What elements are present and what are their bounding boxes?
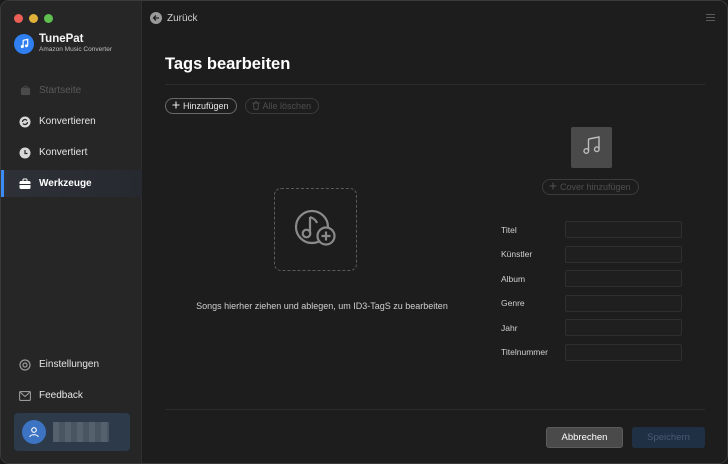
divider [165,84,705,85]
user-icon [29,427,39,438]
window-controls [14,14,53,23]
field-album: Album [501,270,682,287]
add-button[interactable]: Hinzufügen [165,98,237,114]
field-titel: Titel [501,221,682,238]
tag-fields: Titel Künstler Album Genre Jahr Titelnum… [501,221,682,368]
field-kuenstler: Künstler [501,245,682,263]
home-icon [19,85,31,97]
field-titelnummer: Titelnummer [501,343,682,361]
divider [165,409,705,410]
sidebar: TunePat Amazon Music Converter Startseit… [1,1,142,463]
plus-icon [172,101,180,111]
page-title: Tags bearbeiten [165,55,291,73]
clock-icon [19,147,31,159]
track-number-input[interactable] [565,343,682,361]
convert-icon [19,116,31,128]
sidebar-item-label: Werkzeuge [39,178,92,189]
gear-icon [19,358,31,371]
year-input[interactable] [565,319,682,336]
main-panel: Zurück Tags bearbeiten Hinzufügen Alle l… [142,1,727,463]
back-button[interactable]: Zurück [150,12,198,24]
brand: TunePat Amazon Music Converter [14,33,112,54]
sidebar-item-feedback[interactable]: Feedback [1,382,142,409]
close-window-button[interactable] [14,14,23,23]
minimize-window-button[interactable] [29,14,38,23]
trash-icon [252,100,260,112]
mail-icon [19,390,31,402]
album-input[interactable] [565,270,682,287]
plus-icon [549,182,557,192]
field-label: Genre [501,298,525,308]
sidebar-item-label: Konvertiert [39,147,88,158]
add-cover-button[interactable]: Cover hinzufügen [542,179,639,195]
add-cover-label: Cover hinzufügen [560,182,631,192]
add-button-label: Hinzufügen [183,101,229,111]
cancel-button[interactable]: Abbrechen [546,427,623,448]
sidebar-item-label: Startseite [39,85,82,96]
toolbar: Hinzufügen Alle löschen [165,98,320,114]
drop-instructions: Songs hierher ziehen und ablegen, um ID3… [196,301,448,311]
zoom-window-button[interactable] [44,14,53,23]
field-jahr: Jahr [501,319,682,336]
field-label: Jahr [501,322,518,333]
sidebar-item-label: Einstellungen [39,359,100,370]
sidebar-item-werkzeuge[interactable]: Werkzeuge [1,170,142,197]
sidebar-item-einstellungen[interactable]: Einstellungen [1,351,142,378]
sidebar-nav: Startseite Konvertieren Konvertiert Werk… [1,77,142,201]
menu-icon[interactable] [706,14,715,23]
field-label: Titel [501,224,517,235]
save-button[interactable]: Speichern [632,427,705,448]
sidebar-item-label: Feedback [39,390,83,401]
field-genre: Genre [501,294,682,312]
back-label: Zurück [167,12,198,24]
field-label: Titelnummer [501,347,548,357]
blurred-username [53,422,109,442]
avatar [22,420,46,444]
music-note-icon [581,134,603,161]
drop-zone[interactable] [274,188,357,271]
title-input[interactable] [565,221,682,238]
app-window: TunePat Amazon Music Converter Startseit… [0,0,728,464]
cover-placeholder [571,127,612,168]
sidebar-item-konvertiert[interactable]: Konvertiert [1,139,142,166]
artist-input[interactable] [565,245,682,263]
toolbox-icon [19,178,31,190]
genre-input[interactable] [565,294,682,312]
music-note-icon [14,33,34,54]
field-label: Album [501,273,526,284]
sidebar-item-label: Konvertieren [39,116,96,127]
user-account-card[interactable] [14,413,130,451]
back-arrow-icon [150,12,162,24]
sidebar-item-startseite[interactable]: Startseite [1,77,142,104]
add-music-icon [290,201,342,258]
clear-all-button[interactable]: Alle löschen [244,98,320,114]
sidebar-item-konvertieren[interactable]: Konvertieren [1,108,142,135]
app-subtitle: Amazon Music Converter [39,46,112,53]
sidebar-bottom-nav: Einstellungen Feedback [1,351,142,413]
field-label: Künstler [501,249,533,259]
clear-all-label: Alle löschen [262,101,312,111]
app-name: TunePat [39,33,84,45]
